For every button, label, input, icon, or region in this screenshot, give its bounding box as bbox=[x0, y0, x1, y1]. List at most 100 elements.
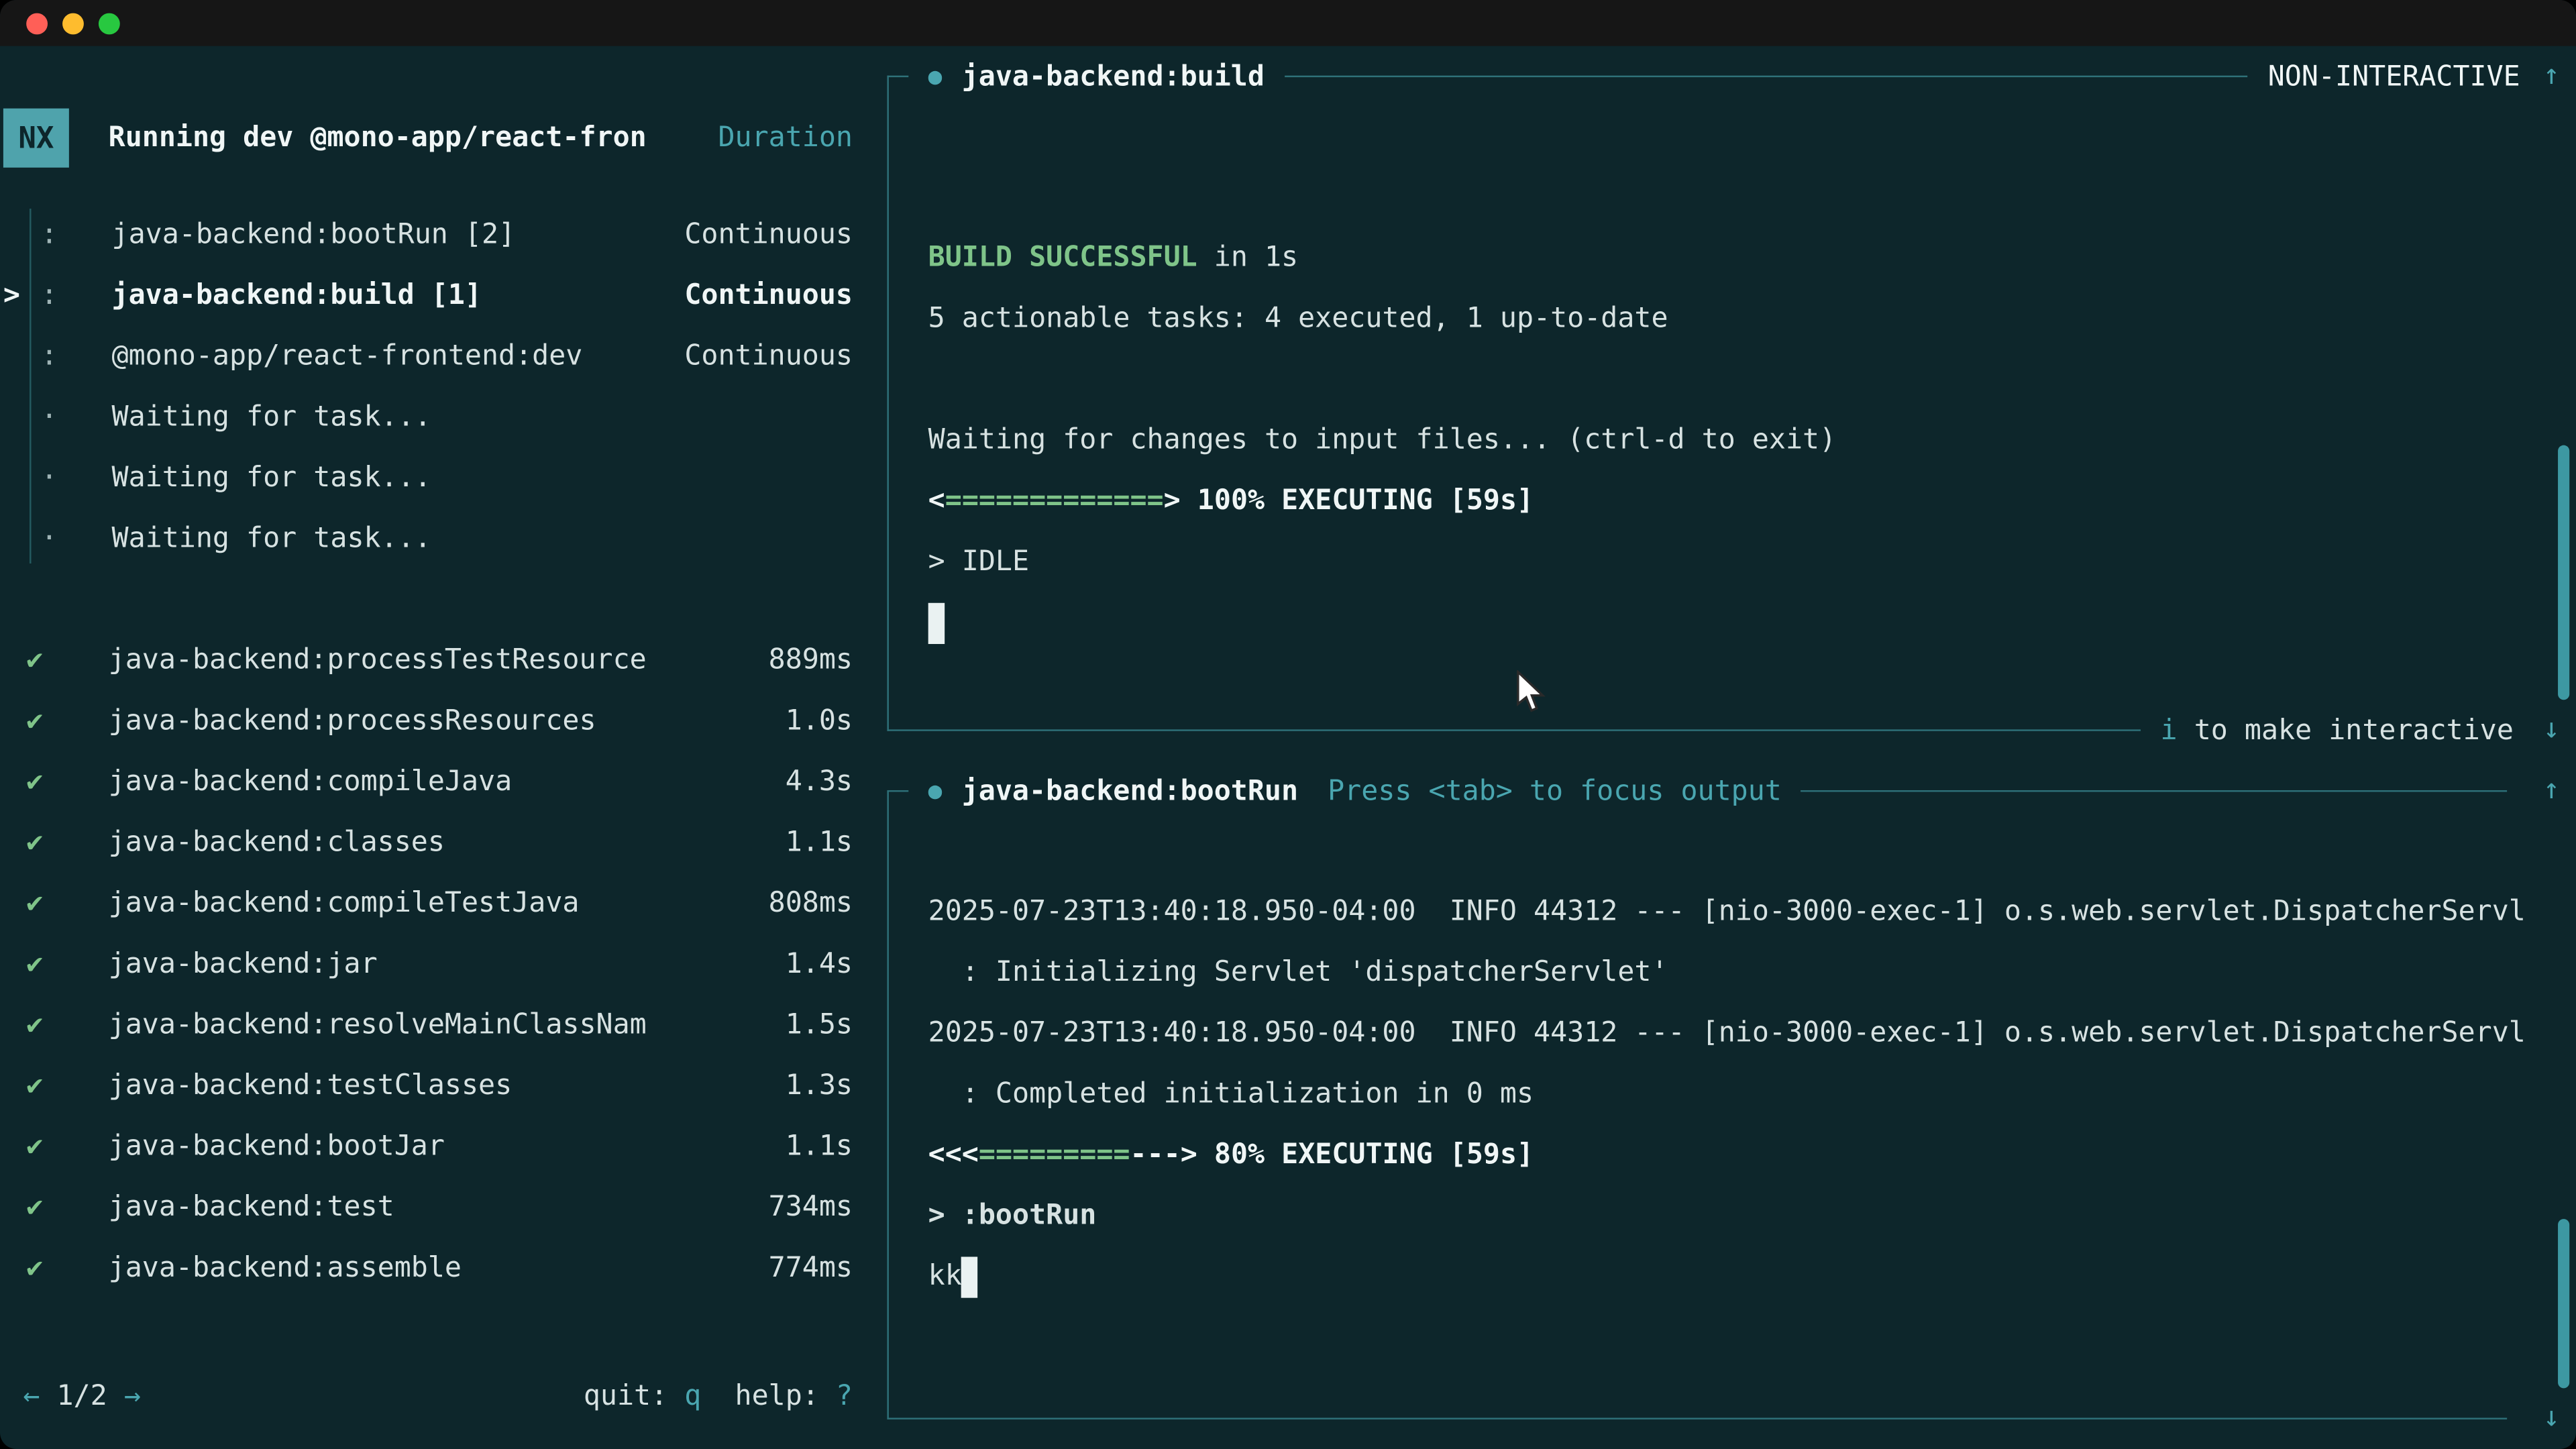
panel-title: java-backend:build bbox=[962, 60, 1265, 93]
sidebar-header: NX Running dev @mono-app/react-fron Dura… bbox=[3, 109, 853, 168]
task-row[interactable]: ✔ java-backend:resolveMainClassNam 1.5s bbox=[0, 994, 887, 1055]
task-label: @mono-app/react-frontend:dev bbox=[112, 339, 685, 372]
border-segment bbox=[887, 76, 908, 77]
bootrun-panel-footer bbox=[887, 1388, 2526, 1449]
completed-task-list: ✔ java-backend:processTestResource 889ms… bbox=[0, 629, 887, 1298]
check-icon: ✔ bbox=[26, 704, 66, 737]
pagination: ← 1/2 → bbox=[23, 1380, 141, 1413]
running-task-list: : java-backend:bootRun [2] Continuous > … bbox=[0, 204, 887, 569]
scroll-down-icon[interactable]: ↓ bbox=[2543, 1388, 2560, 1449]
task-label: java-backend:resolveMainClassNam bbox=[109, 1008, 786, 1040]
scrollbar-thumb[interactable] bbox=[2558, 1218, 2569, 1388]
help-key: ? bbox=[836, 1380, 853, 1413]
task-duration: 4.3s bbox=[786, 765, 853, 798]
task-label: java-backend:compileTestJava bbox=[109, 886, 769, 919]
nx-logo: NX bbox=[3, 109, 69, 168]
check-icon: ✔ bbox=[26, 643, 66, 676]
task-row[interactable]: ✔ java-backend:compileJava 4.3s bbox=[0, 751, 887, 812]
task-row[interactable]: ✔ java-backend:classes 1.1s bbox=[0, 812, 887, 873]
waiting-marker-icon: · bbox=[26, 522, 72, 555]
pagination-next-icon[interactable]: → bbox=[124, 1380, 141, 1413]
output-panels: ● java-backend:build NON-INTERACTIVE BUI… bbox=[887, 46, 2576, 1449]
task-duration: 774ms bbox=[769, 1251, 853, 1284]
scroll-up-icon[interactable]: ↑ bbox=[2543, 761, 2560, 822]
border-line bbox=[1284, 76, 2248, 77]
task-duration: 1.4s bbox=[786, 947, 853, 980]
check-icon: ✔ bbox=[26, 1069, 66, 1102]
log-line: : Completed initialization in 0 ms bbox=[928, 1065, 2527, 1126]
build-section: ● java-backend:build NON-INTERACTIVE BUI… bbox=[887, 46, 2576, 761]
build-success-line: BUILD SUCCESSFUL in 1s bbox=[928, 228, 2527, 289]
scroll-up-icon[interactable]: ↑ bbox=[2543, 46, 2560, 107]
task-label: java-backend:assemble bbox=[109, 1251, 769, 1284]
build-panel-footer: i to make interactive bbox=[887, 700, 2526, 761]
task-label: Waiting for task... bbox=[112, 461, 853, 494]
cursor-line bbox=[928, 593, 2527, 654]
task-label: java-backend:compileJava bbox=[109, 765, 786, 798]
keyboard-hints: quit: q help: ? bbox=[584, 1380, 853, 1413]
running-marker-icon: : bbox=[26, 339, 72, 372]
scrollbar-thumb[interactable] bbox=[2558, 445, 2569, 700]
cursor-block bbox=[962, 1256, 978, 1297]
task-row[interactable]: ✔ java-backend:assemble 774ms bbox=[0, 1237, 887, 1298]
task-duration: 1.1s bbox=[786, 826, 853, 859]
border-line bbox=[887, 1417, 2507, 1419]
input-line[interactable]: kk bbox=[928, 1247, 2527, 1308]
log-line: 2025-07-23T13:40:18.950-04:00 INFO 44312… bbox=[928, 882, 2527, 943]
task-row[interactable]: : java-backend:bootRun [2] Continuous bbox=[0, 204, 887, 265]
task-label: java-backend:testClasses bbox=[109, 1069, 786, 1102]
scrollbar-track[interactable] bbox=[2527, 107, 2576, 700]
sidebar-title: Running dev @mono-app/react-fron bbox=[109, 121, 718, 154]
progress-bar: <<<=========---> 80% EXECUTING [59s] bbox=[928, 1126, 2527, 1187]
prompt-line: > :bootRun bbox=[928, 1186, 2527, 1247]
progress-bar: <=============> 100% EXECUTING [59s] bbox=[928, 472, 2527, 533]
task-label: java-backend:bootJar bbox=[109, 1130, 786, 1163]
scroll-down-icon[interactable]: ↓ bbox=[2543, 700, 2560, 761]
cursor-block bbox=[928, 602, 945, 643]
task-sidebar: NX Running dev @mono-app/react-fron Dura… bbox=[0, 46, 887, 1449]
check-icon: ✔ bbox=[26, 1130, 66, 1163]
task-row[interactable]: : @mono-app/react-frontend:dev Continuou… bbox=[0, 325, 887, 386]
page-indicator: 1/2 bbox=[40, 1380, 123, 1413]
titlebar bbox=[0, 0, 2576, 46]
terminal-line bbox=[928, 107, 2527, 168]
task-row[interactable]: ✔ java-backend:testClasses 1.3s bbox=[0, 1055, 887, 1116]
scrollbar-track[interactable] bbox=[2527, 821, 2576, 1388]
task-bullet-icon: ● bbox=[928, 778, 943, 804]
task-duration: 734ms bbox=[769, 1190, 853, 1223]
traffic-zoom-button[interactable] bbox=[99, 12, 120, 34]
task-status: Continuous bbox=[684, 217, 853, 250]
task-bullet-icon: ● bbox=[928, 63, 943, 89]
task-row-waiting[interactable]: · Waiting for task... bbox=[0, 508, 887, 569]
noninteractive-badge: NON-INTERACTIVE bbox=[2268, 60, 2520, 93]
panel-border bbox=[887, 790, 888, 1419]
task-row[interactable]: ✔ java-backend:jar 1.4s bbox=[0, 933, 887, 994]
task-row-waiting[interactable]: · Waiting for task... bbox=[0, 386, 887, 447]
task-row[interactable]: ✔ java-backend:processTestResource 889ms bbox=[0, 629, 887, 690]
task-duration: 1.3s bbox=[786, 1069, 853, 1102]
task-row-waiting[interactable]: · Waiting for task... bbox=[0, 447, 887, 508]
task-row[interactable]: ✔ java-backend:test 734ms bbox=[0, 1176, 887, 1237]
task-label: java-backend:jar bbox=[109, 947, 786, 980]
waiting-line: Waiting for changes to input files... (c… bbox=[928, 411, 2527, 472]
help-hint-label: help: bbox=[701, 1380, 836, 1413]
task-row-selected[interactable]: > : java-backend:build [1] Continuous bbox=[0, 264, 887, 325]
bootrun-scrollbar: ↑ ↓ bbox=[2527, 761, 2576, 1449]
build-panel-header: ● java-backend:build NON-INTERACTIVE bbox=[887, 46, 2526, 107]
task-row[interactable]: ✔ java-backend:processResources 1.0s bbox=[0, 690, 887, 751]
bootrun-terminal-output: 2025-07-23T13:40:18.950-04:00 INFO 44312… bbox=[887, 821, 2526, 1388]
pagination-prev-icon[interactable]: ← bbox=[23, 1380, 40, 1413]
terminal-line bbox=[928, 350, 2527, 411]
build-terminal-output: BUILD SUCCESSFUL in 1s 5 actionable task… bbox=[887, 107, 2526, 700]
traffic-minimize-button[interactable] bbox=[62, 12, 84, 34]
terminal-line bbox=[928, 168, 2527, 229]
traffic-close-button[interactable] bbox=[26, 12, 48, 34]
task-row[interactable]: ✔ java-backend:bootJar 1.1s bbox=[0, 1116, 887, 1177]
task-duration: 1.5s bbox=[786, 1008, 853, 1040]
task-row[interactable]: ✔ java-backend:compileTestJava 808ms bbox=[0, 872, 887, 933]
quit-hint-label: quit: bbox=[584, 1380, 684, 1413]
task-status: Continuous bbox=[684, 278, 853, 311]
selection-caret: > bbox=[0, 278, 26, 311]
border-line bbox=[887, 729, 2141, 731]
border-line bbox=[1801, 790, 2507, 792]
